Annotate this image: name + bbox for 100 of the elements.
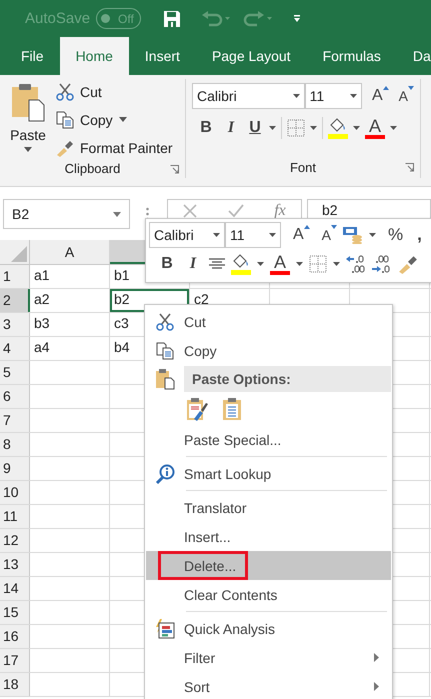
caret-icon[interactable]	[310, 126, 317, 130]
caret-icon[interactable]	[269, 126, 276, 130]
menu-item[interactable]: Translator	[146, 493, 391, 522]
ribbon-tab[interactable]: Formulas	[306, 37, 397, 75]
menu-item[interactable]: Insert...	[146, 522, 391, 551]
row-header[interactable]: 17	[0, 649, 30, 672]
scissors-icon	[156, 312, 174, 330]
menu-item[interactable]: Smart Lookup	[146, 459, 391, 488]
row-header[interactable]: 4	[0, 337, 30, 360]
caret-icon	[118, 117, 127, 122]
font-field[interactable]: Calibri	[192, 83, 305, 109]
group-label: Font	[290, 160, 316, 174]
caret-icon[interactable]	[333, 262, 340, 266]
fill-color-icon[interactable]	[328, 117, 348, 139]
font-field[interactable]: Calibri	[149, 222, 225, 248]
insert-function-button[interactable]: fx	[274, 204, 286, 218]
checkmark-icon[interactable]	[228, 204, 244, 218]
name-box[interactable]: B2	[3, 199, 130, 229]
autosave-label: AutoSave	[25, 10, 90, 27]
caret-icon[interactable]	[296, 262, 303, 266]
caret-icon	[213, 233, 220, 237]
row-header[interactable]: 5	[0, 361, 30, 384]
submenu-arrow-icon	[374, 682, 379, 691]
row-header[interactable]: 6	[0, 385, 30, 408]
font-color-button[interactable]: A	[365, 118, 385, 138]
font-size-field[interactable]: 11	[225, 222, 281, 248]
row-header[interactable]: 7	[0, 409, 30, 432]
paintbrush-icon[interactable]	[398, 254, 418, 274]
caret-icon	[269, 233, 276, 237]
ribbon-command[interactable]: Copy	[56, 109, 173, 130]
caret-icon	[292, 94, 300, 98]
font-size-field[interactable]: 11	[304, 83, 362, 109]
ribbon-tab[interactable]: Home	[60, 37, 129, 75]
ribbon-tab[interactable]: File	[5, 37, 60, 75]
table-cell: a4	[30, 337, 110, 360]
caret-up-icon	[304, 225, 310, 229]
menu-item[interactable]: Filter	[146, 643, 391, 672]
row-header[interactable]: 9	[0, 457, 30, 480]
clipboard-icon	[10, 83, 46, 123]
row-header[interactable]: 3	[0, 313, 30, 336]
launcher-icon[interactable]	[405, 163, 414, 172]
row-header[interactable]: 13	[0, 553, 30, 576]
menu-item[interactable]: Quick Analysis	[146, 614, 391, 643]
row-header[interactable]: 10	[0, 481, 30, 504]
paste-icon[interactable]	[222, 396, 242, 420]
row-header[interactable]: 16	[0, 625, 30, 648]
menu-item[interactable]: Delete...	[146, 551, 391, 580]
row-header[interactable]: 18	[0, 673, 30, 696]
paste-formatting-icon[interactable]	[186, 396, 208, 420]
fill-color-icon[interactable]	[231, 253, 251, 275]
customize-icon[interactable]	[292, 14, 301, 22]
ribbon-tab[interactable]: Page Layout	[196, 37, 307, 75]
copy-icon	[56, 110, 74, 128]
caret-icon[interactable]	[369, 233, 376, 237]
submenu-arrow-icon	[374, 653, 379, 662]
cash-icon[interactable]	[343, 226, 364, 244]
row-header[interactable]: 8	[0, 433, 30, 456]
bold-button[interactable]: B	[196, 118, 216, 138]
ribbon-tab[interactable]: Insert	[128, 37, 196, 75]
italic-button[interactable]: I	[221, 118, 241, 138]
caret-icon[interactable]	[353, 126, 360, 130]
shrink-font-button[interactable]: A	[398, 86, 414, 106]
grow-font-button[interactable]: A	[293, 225, 310, 245]
borders-icon[interactable]	[287, 119, 305, 137]
caret-down-icon	[408, 86, 414, 90]
menu-item[interactable]: Sort	[146, 672, 391, 699]
row-header[interactable]: 11	[0, 505, 30, 528]
group-label: Clipboard	[64, 160, 120, 176]
font-color-button[interactable]: A	[270, 254, 290, 274]
table-cell: a2	[30, 289, 110, 312]
launcher-icon[interactable]	[170, 165, 179, 174]
caret-up-icon	[382, 86, 389, 90]
table-cell: a1	[30, 265, 110, 288]
decrease-decimal-icon[interactable]	[372, 254, 392, 274]
underline-button[interactable]: U	[246, 118, 264, 138]
caret-icon	[24, 147, 32, 152]
row-header[interactable]: 15	[0, 601, 30, 624]
row-header[interactable]: 12	[0, 529, 30, 552]
menu-item[interactable]: Clear Contents	[146, 580, 391, 609]
paintbrush-icon	[56, 138, 74, 156]
caret-icon[interactable]	[257, 262, 264, 266]
search-icon	[155, 464, 175, 484]
paste-button[interactable]: Paste	[6, 79, 50, 158]
row-header[interactable]: 1	[0, 265, 30, 288]
scissors-icon	[56, 82, 74, 100]
save-icon[interactable]	[162, 10, 181, 28]
grow-font-button[interactable]: A	[372, 86, 389, 106]
ribbon-command[interactable]: Cut	[56, 81, 173, 102]
quick-analysis-icon	[155, 618, 175, 638]
borders-icon[interactable]	[309, 255, 327, 273]
ribbon-tab[interactable]: Da	[396, 37, 431, 75]
row-header[interactable]: 2	[0, 289, 30, 312]
caret-icon[interactable]	[390, 126, 397, 130]
caret-down-icon	[331, 225, 338, 229]
ribbon-command[interactable]: Format Painter	[56, 137, 173, 158]
increase-decimal-icon[interactable]	[346, 254, 366, 274]
menu-item[interactable]: Paste Special...	[146, 425, 391, 454]
align-center-icon[interactable]	[209, 258, 225, 270]
row-header[interactable]: 14	[0, 577, 30, 600]
caret-icon	[113, 212, 121, 216]
